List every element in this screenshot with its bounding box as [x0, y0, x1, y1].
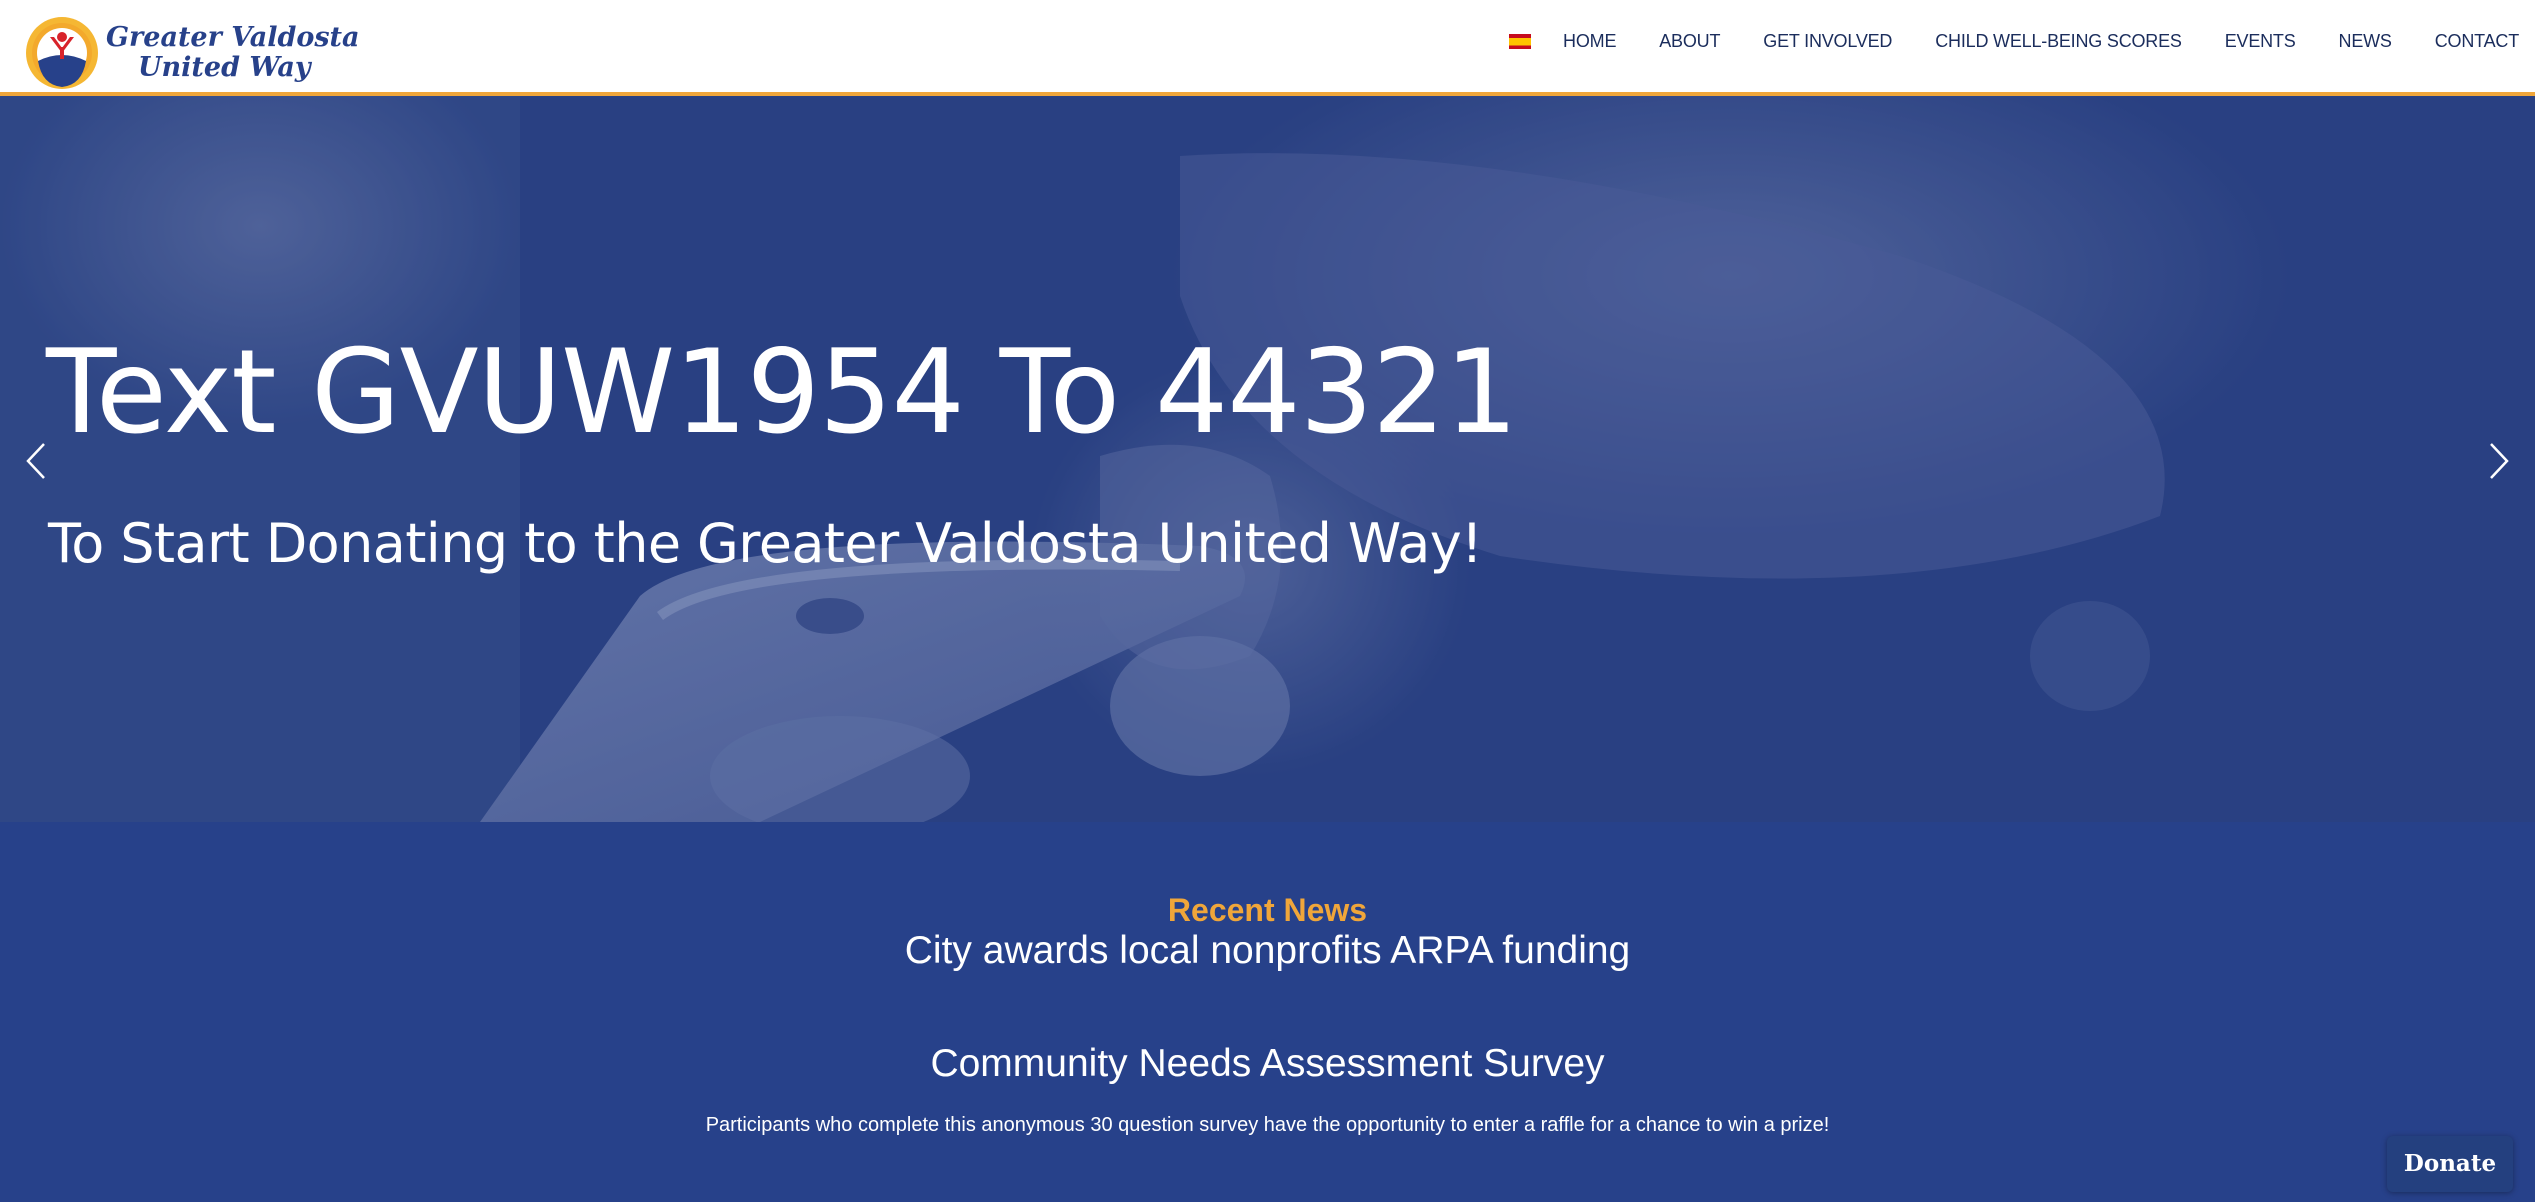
- survey-title-link: Community Needs Assessment Survey: [0, 1041, 2535, 1087]
- chevron-left-icon[interactable]: [18, 436, 58, 486]
- chevron-right-icon[interactable]: [2477, 436, 2517, 486]
- hero-title: Text GVUW1954 To 44321: [46, 325, 1518, 460]
- site-header: Greater Valdosta United Way HOME ABOUT G…: [0, 0, 2535, 96]
- main-nav: HOME ABOUT GET INVOLVED CHILD WELL-BEING…: [1509, 0, 2519, 82]
- donate-button[interactable]: Donate: [2387, 1136, 2513, 1192]
- spanish-flag-icon[interactable]: [1509, 33, 1532, 49]
- site-logo[interactable]: Greater Valdosta United Way: [24, 15, 360, 91]
- logo-line-1: Greater Valdosta: [106, 22, 360, 53]
- nav-contact[interactable]: CONTACT: [2435, 31, 2519, 52]
- logo-line-2: United Way: [138, 52, 311, 83]
- nav-home[interactable]: HOME: [1563, 31, 1616, 52]
- nav-get-involved[interactable]: GET INVOLVED: [1763, 31, 1892, 52]
- logo-wordmark: Greater Valdosta United Way: [106, 23, 360, 83]
- survey-title-text[interactable]: Community Needs Assessment Survey: [930, 1042, 1604, 1085]
- united-way-logo-icon: [26, 17, 98, 89]
- nav-news[interactable]: NEWS: [2339, 31, 2392, 52]
- nav-events[interactable]: EVENTS: [2225, 31, 2296, 52]
- survey-description: Participants who complete this anonymous…: [705, 1114, 1830, 1136]
- news-headline-link: City awards local nonprofits ARPA fundin…: [0, 928, 2535, 974]
- nav-about[interactable]: ABOUT: [1659, 31, 1720, 52]
- news-headline-text[interactable]: City awards local nonprofits ARPA fundin…: [905, 929, 1631, 972]
- nav-child-well-being-scores[interactable]: CHILD WELL-BEING SCORES: [1935, 31, 2182, 52]
- hero-subtitle: To Start Donating to the Greater Valdost…: [48, 512, 1483, 575]
- recent-news-heading: Recent News: [1167, 892, 1368, 928]
- hero-slider: Text GVUW1954 To 44321 To Start Donating…: [0, 96, 2535, 822]
- recent-news-section: Recent News City awards local nonprofits…: [0, 822, 2535, 1202]
